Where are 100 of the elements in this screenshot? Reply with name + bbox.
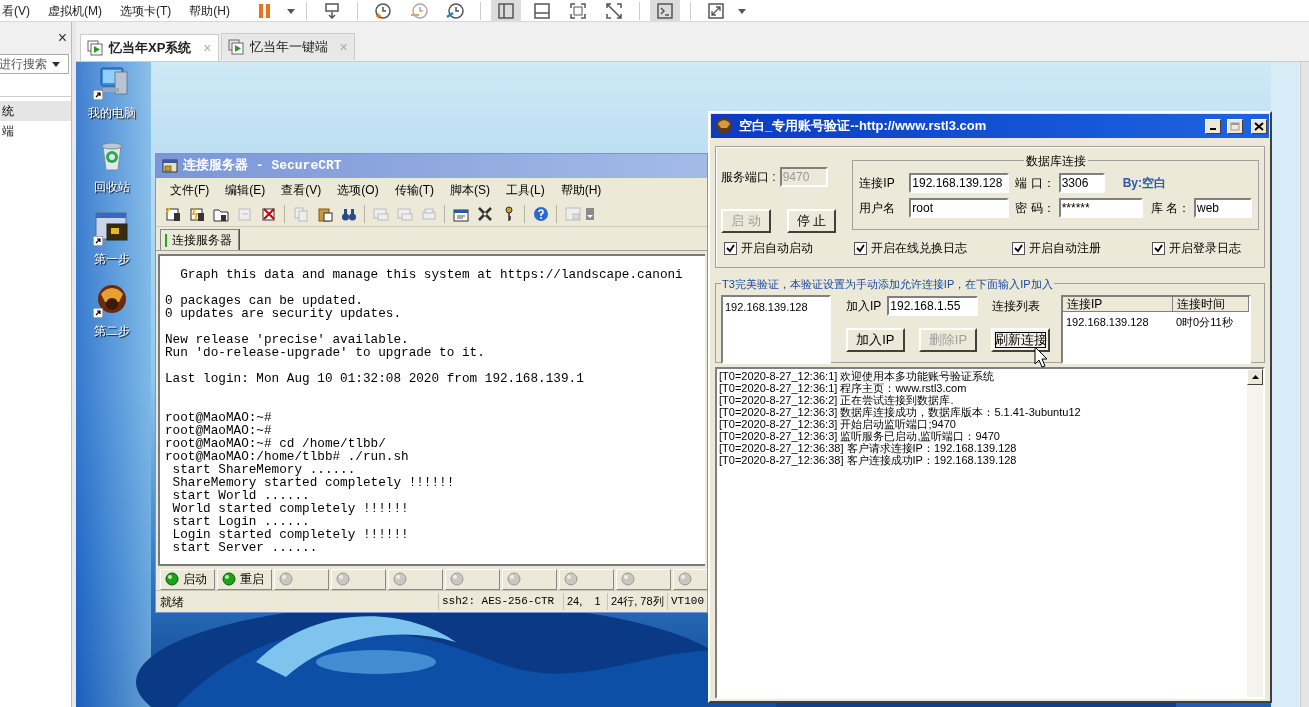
terminal-line: root@MaoMAO:~# bbox=[165, 411, 273, 424]
checkbox-label: 开启在线兑换日志 bbox=[871, 240, 967, 257]
terminal-line: New release 'precise' available. bbox=[165, 333, 410, 346]
terminal-line: start Login ...... bbox=[171, 515, 310, 528]
group-label: T3完美验证，本验证设置为手动添加允许连接IP，在下面输入IP加入 bbox=[722, 278, 1053, 290]
unity-icon[interactable] bbox=[605, 1, 623, 20]
status-text: 就绪 bbox=[160, 593, 185, 611]
menu-item[interactable]: 传输(T) bbox=[394, 180, 434, 199]
input-field[interactable]: 3306 bbox=[1058, 173, 1105, 193]
stop-button[interactable]: 停 止 bbox=[787, 209, 836, 233]
field-label: 端 口： bbox=[1015, 175, 1055, 192]
terminal-line: Login started completely !!!!!! bbox=[171, 528, 410, 541]
shortcut-arrow-icon bbox=[93, 90, 103, 100]
menu-item[interactable]: 看(V) bbox=[2, 1, 30, 20]
table-cell-text: 192.168.139.128 bbox=[1065, 315, 1150, 330]
vm-tab[interactable]: 忆当年一键端 × bbox=[220, 33, 355, 60]
menu-item[interactable]: 帮助(H) bbox=[189, 1, 230, 20]
status-text: 24行, 78列 bbox=[607, 593, 667, 610]
tab-label: 忆当年一键端 bbox=[249, 38, 328, 57]
input-field[interactable]: 192.168.139.128 bbox=[909, 173, 1010, 193]
library-item[interactable]: 统 bbox=[0, 101, 71, 121]
add-ip-button[interactable]: 加入IP bbox=[846, 328, 905, 352]
close-button[interactable]: × bbox=[57, 26, 67, 50]
menu-item[interactable]: 查看(V) bbox=[281, 180, 322, 199]
dropdown-caret-icon[interactable] bbox=[51, 59, 61, 69]
vm-tab[interactable]: 忆当年XP系统 × bbox=[80, 34, 219, 61]
menu-item[interactable]: 虚拟机(M) bbox=[48, 1, 102, 20]
ip-list[interactable]: 192.168.139.128 bbox=[721, 295, 831, 364]
scrollbar[interactable] bbox=[1247, 369, 1263, 697]
menu-item[interactable]: 文件(F) bbox=[170, 180, 210, 199]
button-bar-button[interactable] bbox=[274, 568, 329, 590]
button-bar-button[interactable] bbox=[502, 568, 557, 590]
terminal-line: 0 updates are security updates. bbox=[165, 307, 403, 320]
menu-item[interactable]: 工具(L) bbox=[506, 180, 545, 199]
session-tab[interactable]: 连接服务器 bbox=[160, 229, 239, 250]
log-line: [T0=2020-8-27_12:36:1] 欢迎使用本多功能账号验证系统 bbox=[719, 370, 996, 382]
overflow-caret-icon[interactable] bbox=[586, 207, 594, 220]
snapshot-icon[interactable] bbox=[374, 1, 392, 20]
send-keys-icon[interactable] bbox=[323, 1, 341, 20]
field-label: 连接IP bbox=[859, 175, 896, 192]
button-bar-button[interactable] bbox=[616, 568, 671, 590]
terminal-line: start ShareMemory ...... bbox=[171, 463, 357, 476]
status-text: ssh2: AES-256-CTR bbox=[438, 593, 563, 610]
button-bar-button[interactable] bbox=[445, 568, 500, 590]
quick-connect-icon[interactable] bbox=[188, 205, 205, 222]
input-field[interactable]: 192.168.1.55 bbox=[887, 296, 979, 316]
input-field[interactable]: root bbox=[909, 198, 1010, 218]
window-title: 空白_专用账号验证--http://www.rstl3.com bbox=[739, 117, 988, 136]
button-bar-button[interactable] bbox=[331, 568, 386, 590]
library-item[interactable]: 端 bbox=[0, 121, 71, 141]
table-cell-text: 0时0分11秒 bbox=[1175, 315, 1234, 330]
log-line: [T0=2020-8-27_12:36:1] 程序主页：www.rstl3.com bbox=[719, 382, 968, 394]
log-line: [T0=2020-8-27_12:36:3] 开始启动监听端口;9470 bbox=[719, 418, 956, 430]
search-field[interactable]: 进行搜索 bbox=[0, 54, 69, 74]
terminal-line: Run 'do-release-upgrade' to upgrade to it. bbox=[165, 346, 486, 359]
menu-item[interactable]: 选项卡(T) bbox=[120, 1, 172, 20]
scroll-up-button[interactable] bbox=[1247, 369, 1263, 385]
status-text: VT100 bbox=[667, 593, 707, 610]
field-label: 用户名 bbox=[859, 200, 897, 217]
button-bar-button[interactable]: 重启 bbox=[217, 568, 272, 590]
log-line: [T0=2020-8-27_12:36:3] 监听服务已启动,监听端口：9470 bbox=[719, 430, 1001, 442]
menu-item[interactable]: 帮助(H) bbox=[560, 180, 602, 199]
button-bar-button[interactable] bbox=[388, 568, 443, 590]
menu-item[interactable]: 编辑(E) bbox=[225, 180, 266, 199]
console-icon[interactable] bbox=[656, 1, 674, 20]
vm-icon bbox=[87, 40, 103, 56]
column-header[interactable]: 连接时间 bbox=[1173, 297, 1249, 311]
sidebar-icon[interactable] bbox=[497, 1, 515, 20]
terminal-line: root@MaoMAO:~# cd /home/tlbb/ bbox=[165, 437, 387, 450]
terminal-line: Graph this data and manage this system at https://landscape.canoni bbox=[179, 268, 684, 281]
checkbox-label: 开启自动注册 bbox=[1029, 240, 1101, 257]
panel-icon[interactable] bbox=[533, 1, 551, 20]
credit-text: By:空白 bbox=[1122, 175, 1166, 192]
list-item[interactable]: 192.168.139.128 bbox=[725, 299, 829, 316]
app-icon bbox=[715, 117, 733, 135]
input-field[interactable]: web bbox=[1194, 198, 1252, 218]
column-header[interactable]: 连接IP bbox=[1063, 297, 1173, 311]
button-bar-button[interactable]: 启动 bbox=[160, 568, 215, 590]
disconnect-icon[interactable] bbox=[260, 205, 277, 222]
field-label: 连接列表 bbox=[992, 298, 1041, 315]
group-label: 数据库连接 bbox=[1025, 154, 1086, 168]
fullscreen-icon[interactable] bbox=[707, 1, 725, 20]
paste-icon[interactable] bbox=[316, 205, 333, 222]
log-line: [T0=2020-8-27_12:36:3] 数据库连接成功，数据库版本：5.1.41-3ubuntu12 bbox=[719, 406, 1082, 418]
shortcut-arrow-icon bbox=[93, 308, 103, 318]
terminal-line: root@MaoMAO:/home/tlbb# ./run.sh bbox=[165, 450, 410, 463]
terminal-line: 0 packages can be updated. bbox=[165, 294, 364, 307]
menu-item[interactable]: 选项(O) bbox=[337, 180, 379, 199]
up-arrow-icon[interactable] bbox=[1251, 375, 1259, 379]
log-line: [T0=2020-8-27_12:36:2] 正在尝试连接到数据库. bbox=[719, 394, 955, 406]
button-bar-button[interactable] bbox=[559, 568, 614, 590]
menu-item[interactable]: 脚本(S) bbox=[450, 180, 490, 199]
snapshot-manager-icon[interactable] bbox=[446, 1, 464, 20]
fit-icon[interactable] bbox=[569, 1, 587, 20]
app-icon bbox=[162, 158, 178, 174]
input-field[interactable]: ****** bbox=[1058, 198, 1143, 218]
connect-icon[interactable] bbox=[164, 205, 181, 222]
help-icon[interactable] bbox=[532, 205, 549, 222]
terminal-line: start Server ...... bbox=[171, 541, 318, 554]
checkbox-label: 开启登录日志 bbox=[1169, 240, 1241, 257]
